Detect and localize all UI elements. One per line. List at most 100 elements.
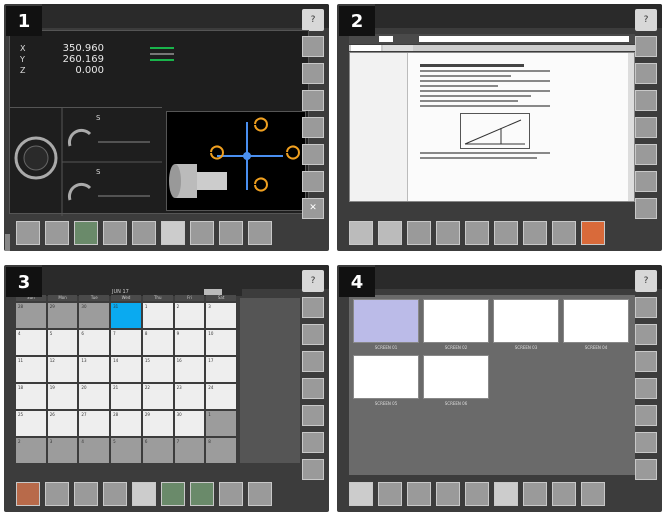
thumbnail[interactable] — [353, 355, 419, 399]
calendar-day[interactable]: 5 — [47, 330, 78, 355]
open-button[interactable] — [349, 482, 373, 506]
calendar-day[interactable]: 16 — [174, 357, 205, 382]
hsoftkey[interactable] — [552, 482, 576, 506]
softkey-1[interactable] — [302, 36, 324, 57]
delete-button[interactable] — [436, 482, 460, 506]
calendar-day[interactable]: 6 — [142, 438, 173, 463]
search-next-button[interactable] — [465, 221, 489, 245]
calendar-day[interactable]: 8 — [142, 330, 173, 355]
softkey-5[interactable] — [635, 405, 657, 426]
calendar-day[interactable]: 12 — [47, 357, 78, 382]
softkey-2[interactable] — [302, 324, 324, 345]
softkey-2[interactable] — [635, 324, 657, 345]
calendar-day[interactable]: 25 — [16, 411, 46, 436]
simulation-button[interactable] — [74, 221, 98, 245]
create-event-button[interactable] — [16, 482, 40, 506]
calendar-day[interactable]: 4 — [79, 438, 110, 463]
book-01-button[interactable] — [349, 221, 373, 245]
print-button[interactable] — [581, 482, 605, 506]
hsoftkey[interactable] — [219, 221, 243, 245]
hsoftkey[interactable] — [523, 482, 547, 506]
softkey-7[interactable] — [635, 198, 657, 219]
zoom-select[interactable] — [379, 36, 393, 42]
softkey-3[interactable] — [302, 90, 324, 111]
calendar-day[interactable]: 11 — [16, 357, 46, 382]
calendar-day[interactable]: 19 — [47, 384, 78, 409]
hsoftkey[interactable] — [74, 482, 98, 506]
calendar-day[interactable]: 10 — [206, 330, 236, 355]
softkey-4[interactable] — [302, 117, 324, 138]
softkey-3[interactable] — [302, 351, 324, 372]
search-button[interactable] — [407, 221, 431, 245]
calendar-day[interactable]: 9 — [174, 330, 205, 355]
hsoftkey[interactable] — [132, 221, 156, 245]
fit-button[interactable] — [436, 221, 460, 245]
hsoftkey[interactable] — [523, 221, 547, 245]
softkey-4[interactable] — [635, 117, 657, 138]
hsoftkey[interactable] — [248, 221, 272, 245]
softkey-5[interactable] — [302, 405, 324, 426]
hsoftkey[interactable] — [248, 482, 272, 506]
book-02-button[interactable] — [378, 221, 402, 245]
help-icon[interactable]: ? — [302, 9, 324, 31]
thumbnail[interactable] — [493, 299, 559, 343]
calendar-day[interactable]: 29 — [47, 303, 78, 328]
back-button[interactable] — [581, 221, 605, 245]
calendar-day[interactable]: 7 — [111, 330, 141, 355]
hsoftkey[interactable] — [190, 221, 214, 245]
softkey-4[interactable] — [302, 378, 324, 399]
thumbnail[interactable] — [423, 355, 489, 399]
calendar-day[interactable]: 3 — [47, 438, 78, 463]
calendar-day[interactable]: 17 — [206, 357, 236, 382]
softkey-7[interactable] — [635, 459, 657, 480]
softkey-1[interactable] — [302, 297, 324, 318]
help-icon[interactable]: ? — [635, 9, 657, 31]
copy-button[interactable] — [494, 482, 518, 506]
softkey-6[interactable] — [635, 171, 657, 192]
hsoftkey[interactable] — [45, 482, 69, 506]
calendar-day[interactable]: 8 — [206, 438, 236, 463]
hsoftkey[interactable] — [219, 482, 243, 506]
softkey-4[interactable] — [635, 378, 657, 399]
calendar-day[interactable]: 28 — [111, 411, 141, 436]
calendar-day[interactable]: 24 — [206, 384, 236, 409]
help-icon[interactable]: ? — [302, 270, 324, 292]
calendar-day[interactable]: 30 — [174, 411, 205, 436]
softkey-1[interactable] — [635, 36, 657, 57]
calendar-day[interactable]: 18 — [16, 384, 46, 409]
softkey-6[interactable] — [302, 432, 324, 453]
calendar-day[interactable]: 22 — [142, 384, 173, 409]
calendar-day[interactable]: 2 — [174, 303, 205, 328]
calendar-day[interactable]: 28 — [16, 303, 46, 328]
calendar-day[interactable]: 14 — [111, 357, 141, 382]
repeat-button[interactable] — [161, 221, 185, 245]
calendar-day[interactable]: 23 — [174, 384, 205, 409]
calendar-day[interactable]: 27 — [79, 411, 110, 436]
calendar-day[interactable]: 5 — [111, 438, 141, 463]
search-input[interactable] — [419, 36, 629, 42]
help-icon[interactable]: ? — [635, 270, 657, 292]
calendar-day[interactable]: 21 — [111, 384, 141, 409]
calendar-day[interactable]: 13 — [79, 357, 110, 382]
calendar-day[interactable]: 26 — [47, 411, 78, 436]
hsoftkey[interactable] — [103, 221, 127, 245]
week-button[interactable] — [132, 482, 156, 506]
thumbnail[interactable] — [563, 299, 629, 343]
calendar-day[interactable]: 3 — [206, 303, 236, 328]
close-icon[interactable]: ✕ — [302, 198, 324, 219]
hsoftkey[interactable] — [45, 221, 69, 245]
calendar-day[interactable]: 2 — [16, 438, 46, 463]
calendar-day[interactable]: 4 — [16, 330, 46, 355]
softkey-6[interactable] — [302, 171, 324, 192]
softkey-5[interactable] — [635, 144, 657, 165]
tab-contents[interactable] — [351, 45, 381, 51]
softkey-5[interactable] — [302, 144, 324, 165]
softkey-2[interactable] — [302, 63, 324, 84]
hsoftkey[interactable] — [378, 482, 402, 506]
hsoftkey[interactable] — [465, 482, 489, 506]
calendar-day[interactable]: 1 — [206, 411, 236, 436]
left-scroll-tab[interactable] — [5, 234, 10, 251]
softkey-3[interactable] — [635, 351, 657, 372]
softkey-7[interactable] — [302, 459, 324, 480]
softkey-3[interactable] — [635, 90, 657, 111]
